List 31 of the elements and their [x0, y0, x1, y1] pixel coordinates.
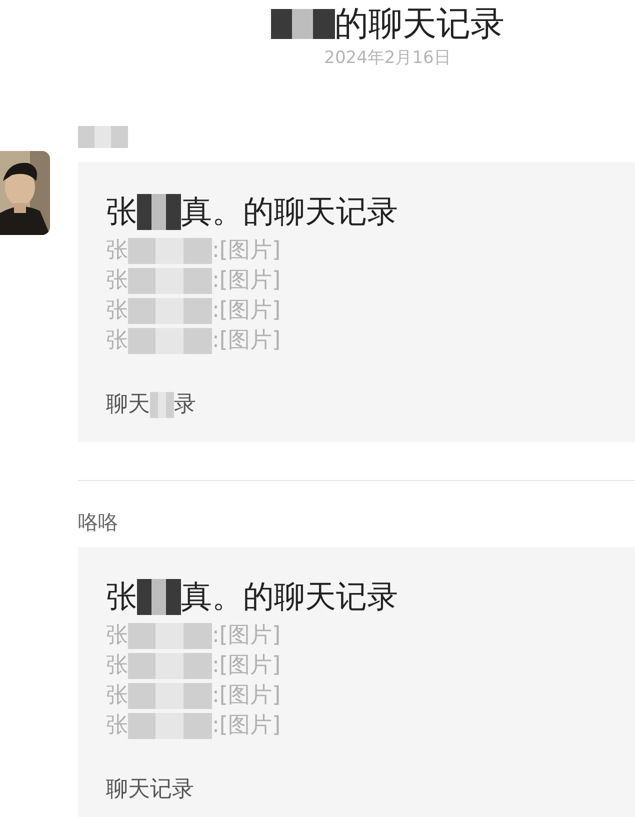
record-line: 张: [106, 712, 128, 740]
record-line: :[图片]: [212, 622, 281, 650]
record-line: 张: [106, 652, 128, 680]
record-line: 张: [106, 237, 128, 265]
record-line: 张: [106, 327, 128, 355]
date-text: 2024年2月16日: [324, 47, 451, 69]
card-title: 真。的聊天记录: [181, 578, 398, 617]
record-line: :[图片]: [212, 267, 281, 295]
record-line: :[图片]: [212, 327, 281, 355]
mosaic-block: [137, 579, 181, 615]
record-line: :[图片]: [212, 297, 281, 325]
record-line: :[图片]: [212, 682, 281, 710]
chat-record-card[interactable]: 张 真。的聊天记录 张 :[图片] 张 :[图片] 张 :[图片] 张 :[图片] 聊天记录: [78, 547, 635, 817]
mosaic-block: [137, 194, 181, 230]
card-title: 张: [106, 193, 137, 232]
record-line: 张: [106, 297, 128, 325]
card-title: 真。的聊天记录: [181, 193, 398, 232]
record-line: :[图片]: [212, 712, 281, 740]
record-line: 张: [106, 267, 128, 295]
chat-record-card[interactable]: 张 真。的聊天记录 张 :[图片] 张 :[图片] 张 :[图片] 张 :[图片] 聊天 录: [78, 162, 635, 442]
sender-name: 咯咯: [78, 508, 118, 536]
record-line: 张: [106, 682, 128, 710]
chat-history-title: 的聊天记录: [334, 4, 504, 44]
mosaic-block: [150, 392, 174, 418]
record-line: 张: [106, 622, 128, 650]
card-title: 张: [106, 578, 137, 617]
card-footer: 聊天记录: [106, 775, 194, 805]
card-footer: 录: [174, 390, 196, 420]
record-line: :[图片]: [212, 237, 281, 265]
record-line: :[图片]: [212, 652, 281, 680]
card-footer: 聊天: [106, 390, 150, 420]
